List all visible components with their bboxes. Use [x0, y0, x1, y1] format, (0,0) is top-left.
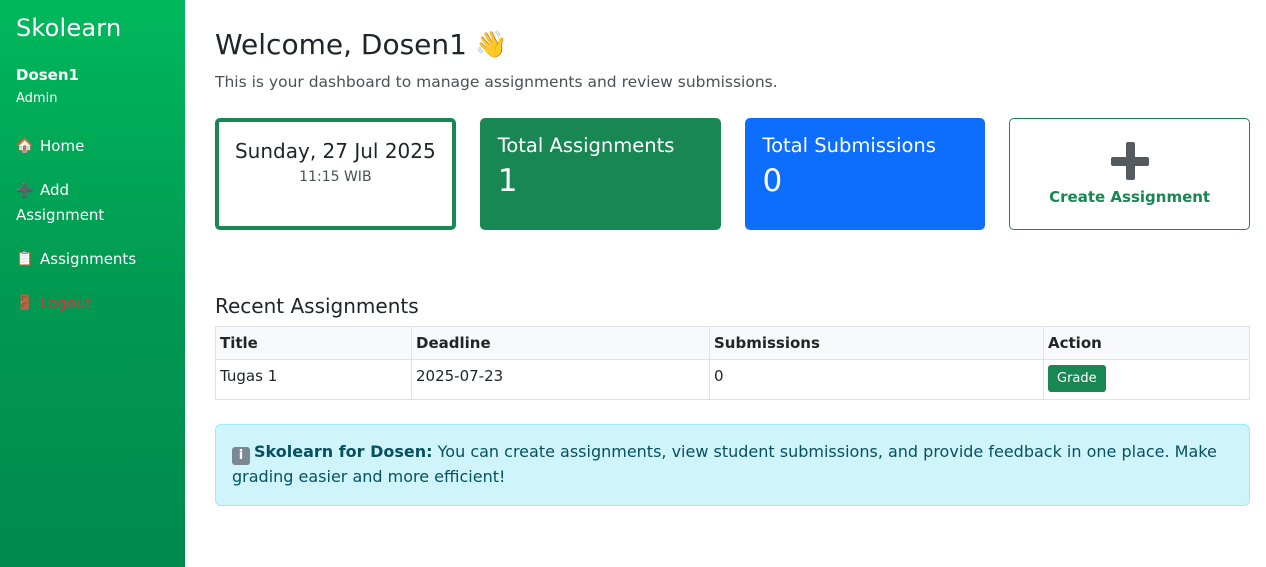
sidebar-item-add-assignment[interactable]: ➕ Add Assignment	[16, 178, 169, 227]
cell-deadline: 2025-07-23	[411, 359, 710, 400]
cell-action: Grade	[1043, 359, 1250, 400]
sidebar-item-label-line2: Assignment	[16, 206, 105, 224]
total-assignments-label: Total Assignments	[497, 134, 675, 157]
table-row: Tugas 1 2025-07-23 0 Grade	[215, 359, 1250, 400]
time-text: 11:15 WIB	[299, 169, 372, 185]
create-assignment-label: Create Assignment	[1049, 188, 1211, 206]
column-header-deadline: Deadline	[411, 326, 710, 360]
info-alert: i Skolearn for Dosen: You can create assi…	[215, 424, 1250, 506]
date-text: Sunday, 27 Jul 2025	[234, 139, 436, 163]
sidebar-item-home[interactable]: 🏠 Home	[16, 134, 169, 158]
sidebar-item-logout[interactable]: 🚪 Logout	[16, 291, 169, 315]
recent-assignments-title: Recent Assignments	[215, 294, 419, 318]
column-header-action: Action	[1043, 326, 1250, 360]
total-assignments-card: Total Assignments 1	[479, 118, 721, 230]
wave-icon: 👋	[474, 29, 508, 60]
welcome-text: Welcome, Dosen1	[215, 28, 467, 61]
page-title: Welcome, Dosen1 👋	[215, 28, 1250, 61]
cell-submissions: 0	[709, 359, 1044, 400]
sidebar-item-label: Home	[40, 137, 85, 155]
sidebar-item-label: Logout	[40, 294, 92, 312]
assignments-table: Title Deadline Submissions Action Tugas …	[215, 326, 1250, 400]
cell-title: Tugas 1	[215, 359, 412, 400]
brand-logo: Skolearn	[16, 14, 122, 42]
stat-cards: Sunday, 27 Jul 2025 11:15 WIB Total Assi…	[215, 118, 1250, 230]
column-header-submissions: Submissions	[709, 326, 1044, 360]
total-submissions-label: Total Submissions	[762, 134, 936, 157]
plus-icon	[1110, 142, 1149, 180]
sidebar-item-label: Assignments	[40, 250, 137, 268]
info-icon: i	[232, 447, 250, 465]
plus-icon: ➕	[16, 183, 34, 199]
total-submissions-card: Total Submissions 0	[744, 118, 986, 230]
door-icon: 🚪	[16, 295, 34, 311]
main-content: Welcome, Dosen1 👋 This is your dashboard…	[185, 0, 1266, 567]
column-header-title: Title	[215, 326, 412, 360]
user-role: Admin	[16, 91, 58, 106]
create-assignment-button[interactable]: Create Assignment	[1009, 118, 1250, 230]
total-assignments-value: 1	[497, 163, 518, 199]
total-submissions-value: 0	[762, 163, 783, 199]
date-card: Sunday, 27 Jul 2025 11:15 WIB	[215, 118, 456, 230]
home-icon: 🏠	[16, 138, 34, 154]
table-header-row: Title Deadline Submissions Action	[215, 326, 1250, 360]
sidebar-item-assignments[interactable]: 📋 Assignments	[16, 247, 169, 271]
sidebar: Skolearn Dosen1 Admin 🏠 Home ➕ Add Assign…	[0, 0, 185, 567]
user-name: Dosen1	[16, 66, 79, 84]
grade-button[interactable]: Grade	[1048, 365, 1106, 392]
clipboard-icon: 📋	[16, 251, 34, 267]
alert-title: Skolearn for Dosen:	[254, 442, 433, 461]
sidebar-item-label: Add	[40, 181, 70, 199]
page-subtitle: This is your dashboard to manage assignm…	[215, 73, 778, 91]
